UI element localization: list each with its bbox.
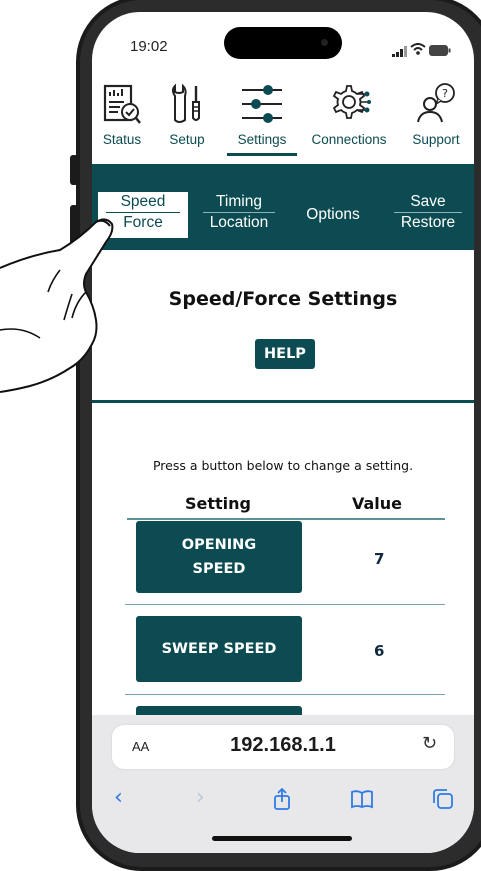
status-time: 19:02 <box>130 38 168 55</box>
status-report-icon <box>103 84 141 124</box>
opening-speed-value: 7 <box>374 550 385 568</box>
sliders-icon <box>242 85 282 123</box>
tabs-icon[interactable] <box>432 788 454 814</box>
nav-setup-label: Setup <box>169 132 205 147</box>
nav-connections-label: Connections <box>311 132 387 147</box>
page-title: Speed/Force Settings <box>168 288 398 310</box>
reload-icon[interactable]: ↻ <box>422 733 437 754</box>
nav-support[interactable]: ? Support <box>405 82 467 147</box>
url-text[interactable]: 192.168.1.1 <box>92 734 474 757</box>
sweep-speed-value: 6 <box>374 642 385 660</box>
wifi-icon <box>410 40 426 59</box>
opening-speed-line1: OPENING <box>181 537 257 553</box>
opening-speed-line2: SPEED <box>192 561 246 577</box>
nav-settings-label: Settings <box>237 132 287 147</box>
instruction-text: Press a button below to change a setting… <box>152 458 414 473</box>
nav-setup[interactable]: Setup <box>162 82 212 147</box>
subtab-options[interactable]: Options <box>292 205 374 225</box>
subtab-save-restore[interactable]: Save Restore <box>390 192 466 233</box>
header-rule <box>127 518 445 520</box>
person-question-icon: ? <box>417 83 455 123</box>
share-icon[interactable] <box>272 787 292 815</box>
subtab-timing-label: Timing <box>203 192 275 213</box>
column-header-value: Value <box>352 494 403 513</box>
camera-dot <box>321 39 328 46</box>
nav-connections[interactable]: Connections <box>302 82 396 147</box>
subtab-restore-label: Restore <box>400 214 456 231</box>
row-divider <box>125 604 445 605</box>
active-nav-indicator <box>227 153 297 156</box>
column-header-setting: Setting <box>185 494 251 513</box>
home-indicator <box>212 836 352 841</box>
svg-text:?: ? <box>442 87 448 100</box>
nav-status-label: Status <box>102 132 142 147</box>
pointing-hand-illustration <box>0 218 114 393</box>
opening-speed-button[interactable]: OPENING SPEED <box>136 521 302 593</box>
side-button-silent <box>70 155 78 185</box>
subtab-timing-location[interactable]: Timing Location <box>199 192 279 233</box>
help-button[interactable]: HELP <box>255 339 315 369</box>
tools-icon <box>172 83 200 123</box>
nav-support-label: Support <box>412 132 460 147</box>
subtab-options-label: Options <box>306 206 360 223</box>
nav-status[interactable]: Status <box>98 82 146 147</box>
subtab-save-label: Save <box>394 192 462 213</box>
forward-icon[interactable]: › <box>196 785 205 810</box>
signal-icon <box>392 42 408 61</box>
phone-screen: 19:02 Status Setup Settings Connections … <box>92 12 474 853</box>
sweep-speed-label: SWEEP SPEED <box>161 641 277 657</box>
nav-settings[interactable]: Settings <box>225 82 299 147</box>
sweep-speed-button[interactable]: SWEEP SPEED <box>136 616 302 682</box>
back-icon[interactable]: ‹ <box>114 785 123 810</box>
circuit-gear-icon <box>332 85 371 119</box>
battery-icon <box>429 41 451 60</box>
section-divider <box>92 400 474 403</box>
subtab-location-label: Location <box>209 214 269 231</box>
bookmarks-icon[interactable] <box>350 789 374 813</box>
row-divider <box>125 694 445 695</box>
